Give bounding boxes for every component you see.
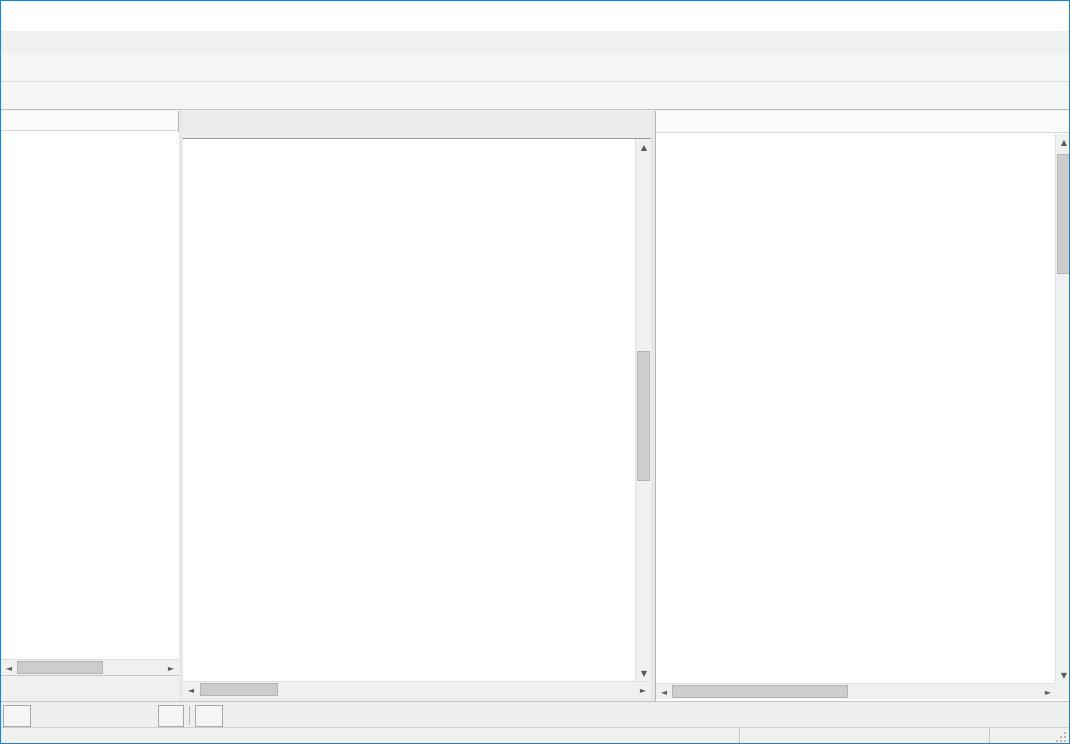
uart-console[interactable] [656,134,1056,683]
uvision-window: ◄ ► ▲ ▼ ◄ ► ▲ [0,0,1070,744]
scroll-thumb[interactable] [1057,154,1070,274]
scroll-thumb[interactable] [200,683,278,696]
scroll-left-icon[interactable]: ◄ [1,660,17,676]
scroll-down-icon[interactable]: ▼ [636,665,652,681]
editor: ▲ ▼ ◄ ► [183,111,651,701]
scroll-down-icon[interactable]: ▼ [1056,667,1070,683]
project-hscrollbar[interactable]: ◄ ► [1,659,179,675]
dock-separator [189,706,190,725]
scrollbar-corner [1055,683,1070,699]
title-bar [1,1,1069,31]
editor-hscrollbar[interactable]: ◄ ► [183,681,651,697]
uart-vscrollbar[interactable]: ▲ ▼ [1055,134,1070,683]
code-editor[interactable] [183,139,635,681]
editor-vscrollbar[interactable]: ▲ ▼ [635,139,651,681]
project-panel: ◄ ► [1,111,179,701]
project-tree [1,132,179,659]
scroll-right-icon[interactable]: ► [163,660,179,676]
pin-icon[interactable] [140,113,156,128]
pin-icon[interactable] [1033,114,1049,129]
close-panel-button[interactable] [159,113,175,128]
uvision-logo-icon [10,8,27,25]
scroll-left-icon[interactable]: ◄ [183,682,199,698]
scroll-up-icon[interactable]: ▲ [1056,134,1070,150]
uart-hscrollbar[interactable]: ◄ ► [656,683,1056,699]
project-panel-tabs [1,675,179,701]
tab-command[interactable] [195,705,223,727]
menu-bar [1,31,1069,54]
editor-tab-bar [183,111,651,139]
scroll-right-icon[interactable]: ► [1040,684,1056,700]
status-time-cell [989,728,1055,744]
file-toolbar [1,54,1069,82]
scroll-up-icon[interactable]: ▲ [636,139,652,155]
uart-panel-header [656,111,1070,133]
bottom-dock-bar [1,701,1069,727]
memory-window-button[interactable] [158,705,184,727]
uart-panel: ▲ ▼ ◄ ► [655,111,1070,701]
resize-grip-icon[interactable] [1055,731,1067,743]
scroll-thumb[interactable] [672,685,848,698]
project-panel-header [1,111,178,131]
scroll-right-icon[interactable]: ► [635,682,651,698]
scroll-thumb[interactable] [17,661,103,674]
debug-toolbar [1,82,1069,110]
scroll-thumb[interactable] [637,351,650,481]
scroll-left-icon[interactable]: ◄ [656,684,672,700]
close-panel-button[interactable] [1052,114,1068,129]
status-bar [1,727,1069,743]
tab-call-stack-locals[interactable] [3,705,31,727]
status-mode-cell [739,728,989,744]
